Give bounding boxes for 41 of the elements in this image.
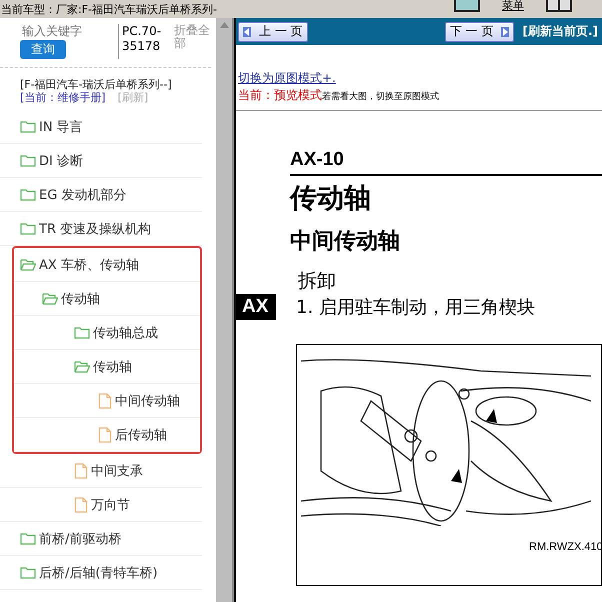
window-icon[interactable] xyxy=(546,0,572,12)
current-manual-link[interactable]: [当前：维修手册] xyxy=(20,91,106,104)
window-icon[interactable] xyxy=(454,0,480,12)
tree-item[interactable]: TR 变速及操纵机构 xyxy=(0,212,202,246)
vehicle-label: 当前车型：厂家:F-福田汽车瑞沃后单桥系列- xyxy=(0,2,217,16)
tree-item[interactable]: 后传动轴 xyxy=(14,418,200,452)
tree-item[interactable]: 传动轴总成 xyxy=(14,316,200,350)
tree-item[interactable]: 传动轴 xyxy=(14,350,200,384)
refresh-page-link[interactable]: [刷新当前页.] xyxy=(522,23,598,40)
switch-mode-link[interactable]: 切换为原图模式+. xyxy=(238,71,336,85)
document-icon xyxy=(74,462,88,478)
menu-link[interactable]: 菜单 xyxy=(502,0,524,12)
mode-hint: 若需看大图，切换至原图模式 xyxy=(322,92,439,102)
right-arrow-icon xyxy=(501,26,510,36)
section-heading: 拆卸 xyxy=(298,269,337,294)
left-arrow-icon xyxy=(243,26,251,36)
document-icon xyxy=(74,496,88,512)
tree-item[interactable]: 传动轴 xyxy=(14,282,200,316)
document-icon xyxy=(98,426,112,442)
tree-item[interactable]: AX 车桥、传动轴 xyxy=(14,248,200,282)
tree-item[interactable]: EG 发动机部分 xyxy=(0,178,202,212)
tree-item[interactable]: 前桥/前驱动桥 xyxy=(0,522,202,556)
tree-item[interactable]: 万向节 xyxy=(0,488,202,522)
page-code: AX-10 xyxy=(290,149,345,171)
figure-caption: RM.RWZX.410 xyxy=(529,541,602,553)
tree-item[interactable]: 中间传动轴 xyxy=(14,384,200,418)
previous-page-button[interactable]: 上 一 页 xyxy=(238,22,308,42)
step-text: 1. 启用驻车制动，用三角楔块 xyxy=(296,296,535,319)
current-mode-label: 当前：预览模式 xyxy=(238,88,322,102)
part-code: PC.70-35178 xyxy=(118,24,168,59)
scrollbar[interactable] xyxy=(215,18,234,602)
query-button[interactable]: 查询 xyxy=(20,40,66,59)
tree-item[interactable]: 中间支承 xyxy=(0,454,202,488)
document-title: 传动轴 xyxy=(290,182,372,216)
tree-item[interactable]: DI 诊断 xyxy=(0,144,202,178)
tree-item[interactable]: IN 导言 xyxy=(0,110,202,144)
document-subtitle: 中间传动轴 xyxy=(290,228,401,256)
tree-item[interactable]: 后桥/后轴(青特车桥) xyxy=(0,556,202,590)
series-label: [F-福田汽车-瑞沃后单桥系列--] xyxy=(20,78,173,91)
next-page-button[interactable]: 下 一 页 xyxy=(444,22,514,42)
document-icon xyxy=(98,392,112,408)
